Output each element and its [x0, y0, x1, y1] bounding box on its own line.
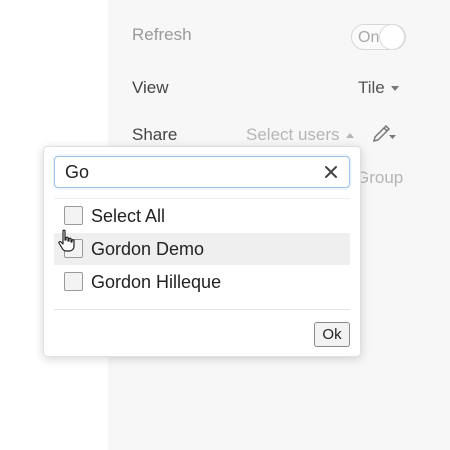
- share-placeholder: Select users: [246, 125, 340, 144]
- item-label: Gordon Demo: [91, 239, 205, 259]
- view-label: View: [132, 78, 169, 97]
- share-edit-button[interactable]: [372, 124, 396, 144]
- list-item-select-all[interactable]: Select All: [54, 200, 350, 232]
- refresh-toggle[interactable]: On: [351, 24, 406, 50]
- share-label: Share: [132, 125, 178, 144]
- checkbox[interactable]: [64, 272, 83, 291]
- list-item-gordon-demo[interactable]: Gordon Demo: [54, 233, 350, 265]
- ok-button[interactable]: Ok: [314, 322, 350, 347]
- divider: [54, 198, 350, 199]
- search-input[interactable]: [65, 162, 305, 182]
- list-item-gordon-hilleque[interactable]: Gordon Hilleque: [54, 266, 350, 298]
- toggle-state-label: On: [358, 29, 380, 46]
- pencil-icon: [372, 124, 396, 143]
- toggle-knob: [379, 24, 405, 50]
- item-label: Select All: [91, 206, 166, 226]
- divider: [54, 309, 350, 310]
- group-text: Group: [356, 168, 404, 187]
- view-select[interactable]: Tile: [358, 78, 399, 98]
- hand-pointer-icon: [58, 229, 75, 252]
- refresh-label: Refresh: [132, 25, 192, 44]
- share-select[interactable]: Select users: [246, 125, 354, 145]
- view-value: Tile: [358, 78, 385, 97]
- checkbox[interactable]: [64, 206, 83, 225]
- close-icon[interactable]: [323, 164, 339, 180]
- user-select-dropdown: Select All Gordon Demo Gordon Hilleque O…: [43, 146, 361, 357]
- chevron-down-icon: [390, 86, 399, 92]
- item-label: Gordon Hilleque: [91, 272, 222, 292]
- chevron-up-icon: [345, 133, 354, 139]
- search-box: [54, 156, 350, 188]
